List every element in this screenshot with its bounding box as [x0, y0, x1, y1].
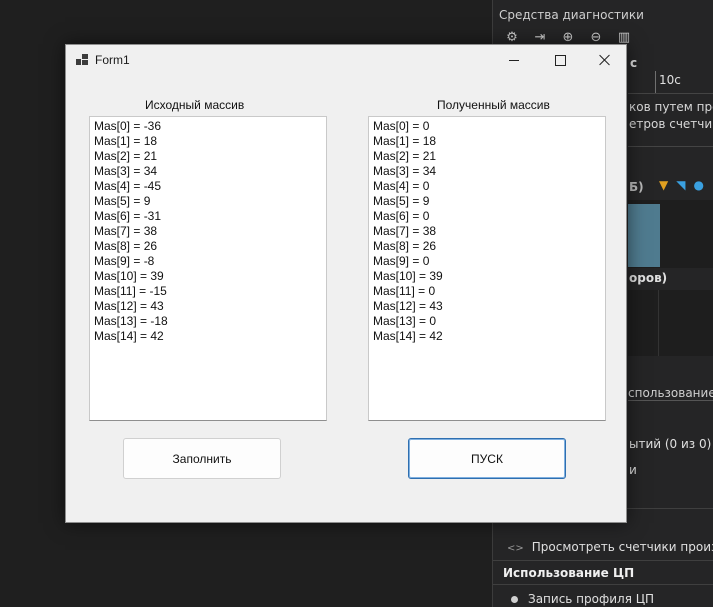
divider [493, 560, 713, 561]
peak-marker-icon: ● [693, 178, 704, 192]
events-count-fragment: ытий (0 из 0) [629, 437, 712, 451]
list-item[interactable]: Mas[8] = 26 [94, 239, 326, 254]
diagnostic-tools-title: Средства диагностики [499, 8, 644, 22]
timeline-tick-line [655, 71, 656, 93]
list-item[interactable]: Mas[1] = 18 [94, 134, 326, 149]
list-item[interactable]: Mas[6] = -31 [94, 209, 326, 224]
memory-markers: ▼ ◥ ● [659, 178, 704, 192]
gc-marker-icon: ▼ [659, 178, 669, 192]
divider [628, 93, 713, 94]
list-item[interactable]: Mas[14] = 42 [94, 329, 326, 344]
cpu-label-fragment: оров) [629, 271, 668, 285]
list-item[interactable]: Mas[11] = -15 [94, 284, 326, 299]
cpu-usage-heading: Использование ЦП [503, 566, 635, 580]
list-item[interactable]: Mas[4] = 0 [373, 179, 605, 194]
timeline-tick: 10с [659, 73, 681, 87]
list-item[interactable]: Mas[13] = -18 [94, 314, 326, 329]
source-array-label: Исходный массив [145, 98, 245, 112]
counters-icon: <> [507, 543, 524, 554]
list-item[interactable]: Mas[9] = -8 [94, 254, 326, 269]
text-fragment: и [629, 463, 637, 477]
window-title: Form1 [95, 53, 130, 67]
minimize-button[interactable] [491, 45, 537, 75]
result-array-listbox[interactable]: Mas[0] = 0 Mas[1] = 18 Mas[2] = 21 Mas[3] =… [368, 116, 606, 421]
memory-label-fragment: Б) [629, 180, 644, 194]
list-item[interactable]: Mas[14] = 42 [373, 329, 605, 344]
view-counters-link[interactable]: <> Просмотреть счетчики производ [507, 540, 713, 554]
list-item[interactable]: Mas[0] = 0 [373, 119, 605, 134]
divider [628, 146, 713, 147]
snapshot-marker-icon: ◥ [676, 178, 686, 192]
list-item[interactable]: Mas[7] = 38 [373, 224, 605, 239]
form1-window: Form1 Исходный массив Полученный массив … [65, 44, 627, 523]
list-item[interactable]: Mas[0] = -36 [94, 119, 326, 134]
close-icon [599, 54, 611, 66]
events-text-fragment: ков путем прове [629, 100, 713, 114]
list-item[interactable]: Mas[10] = 39 [94, 269, 326, 284]
view-counters-label: Просмотреть счетчики производ [531, 540, 713, 554]
list-item[interactable]: Mas[8] = 26 [373, 239, 605, 254]
record-cpu-profile-button[interactable]: Запись профиля ЦП [511, 592, 654, 606]
fill-button[interactable]: Заполнить [123, 438, 281, 479]
divider [493, 584, 713, 585]
list-item[interactable]: Mas[3] = 34 [94, 164, 326, 179]
usage-tab-fragment[interactable]: спользование па [628, 386, 713, 401]
title-bar[interactable]: Form1 [66, 45, 626, 75]
memory-chart-bar [628, 204, 660, 267]
source-array-listbox[interactable]: Mas[0] = -36 Mas[1] = 18 Mas[2] = 21 Mas[3]… [89, 116, 327, 421]
list-item[interactable]: Mas[13] = 0 [373, 314, 605, 329]
list-item[interactable]: Mas[11] = 0 [373, 284, 605, 299]
list-item[interactable]: Mas[2] = 21 [94, 149, 326, 164]
record-cpu-profile-label: Запись профиля ЦП [528, 592, 655, 606]
list-item[interactable]: Mas[4] = -45 [94, 179, 326, 194]
minimize-icon [509, 59, 519, 61]
result-array-label: Полученный массив [437, 98, 550, 112]
list-item[interactable]: Mas[12] = 43 [94, 299, 326, 314]
list-item[interactable]: Mas[9] = 0 [373, 254, 605, 269]
close-button[interactable] [582, 45, 628, 75]
list-item[interactable]: Mas[6] = 0 [373, 209, 605, 224]
form-app-icon [76, 54, 88, 66]
list-item[interactable]: Mas[5] = 9 [373, 194, 605, 209]
timeline-label: с [630, 56, 638, 70]
events-text-fragment-2: етров счетчика [629, 117, 713, 131]
list-item[interactable]: Mas[12] = 43 [373, 299, 605, 314]
maximize-button[interactable] [537, 45, 583, 75]
list-item[interactable]: Mas[3] = 34 [373, 164, 605, 179]
list-item[interactable]: Mas[10] = 39 [373, 269, 605, 284]
list-item[interactable]: Mas[2] = 21 [373, 149, 605, 164]
maximize-icon [554, 54, 566, 66]
run-button[interactable]: ПУСК [408, 438, 566, 479]
list-item[interactable]: Mas[5] = 9 [94, 194, 326, 209]
list-item[interactable]: Mas[1] = 18 [373, 134, 605, 149]
record-icon [511, 596, 518, 603]
list-item[interactable]: Mas[7] = 38 [94, 224, 326, 239]
cpu-chart [628, 290, 713, 356]
